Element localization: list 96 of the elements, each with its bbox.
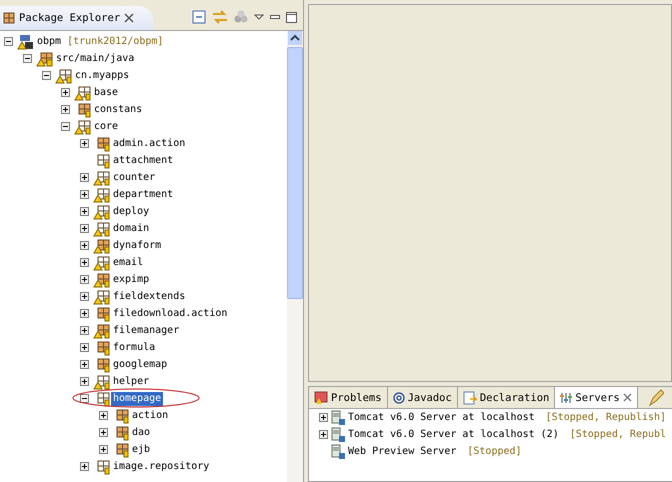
collapse-icon[interactable]	[23, 54, 32, 63]
scrollbar[interactable]	[287, 31, 303, 482]
view-menu-icon[interactable]	[254, 14, 264, 20]
declaration-icon	[462, 390, 477, 404]
source-folder-icon	[36, 50, 54, 66]
tree-item[interactable]: ejb	[130, 442, 152, 456]
tree-item[interactable]: department	[111, 188, 176, 202]
package-warning-icon	[93, 254, 111, 270]
package-warning-icon	[93, 272, 111, 288]
expand-icon[interactable]	[80, 207, 89, 216]
collapse-all-icon[interactable]	[192, 10, 206, 24]
expand-icon[interactable]	[80, 190, 89, 199]
view-tab[interactable]: Servers	[555, 387, 638, 408]
tree-item[interactable]: filemanager	[111, 324, 182, 338]
tree-item[interactable]: attachment	[111, 154, 176, 168]
tree-item[interactable]: googlemap	[111, 358, 170, 372]
tree-item[interactable]: deploy	[111, 204, 152, 218]
expand-icon[interactable]	[80, 139, 89, 148]
package-warning-icon	[93, 186, 111, 202]
tree-item[interactable]: admin.action	[111, 136, 188, 150]
tree-item[interactable]: fieldextends	[111, 290, 188, 304]
view-tab[interactable]: Javadoc	[388, 387, 458, 408]
servers-icon	[560, 392, 572, 404]
expand-icon[interactable]	[80, 326, 89, 335]
expand-icon[interactable]	[80, 258, 89, 267]
tree-item[interactable]: helper	[111, 374, 152, 388]
package-warning-icon	[55, 68, 73, 84]
expand-icon[interactable]	[61, 105, 70, 114]
problems-icon	[314, 390, 328, 404]
server-name[interactable]: Web Preview Server	[348, 446, 456, 457]
tree-item[interactable]: email	[111, 256, 146, 270]
close-icon[interactable]	[124, 13, 134, 23]
package-warning-icon	[93, 170, 111, 186]
expand-icon[interactable]	[80, 224, 89, 233]
tree-item[interactable]: homepage	[111, 392, 164, 406]
server-icon	[331, 427, 345, 442]
expand-icon[interactable]	[80, 462, 89, 471]
expand-icon[interactable]	[319, 413, 328, 422]
tree-item[interactable]: core	[92, 120, 120, 134]
tree-item[interactable]: expimp	[111, 272, 152, 286]
expand-icon[interactable]	[80, 360, 89, 369]
package-warning-icon	[93, 238, 111, 254]
server-status: [Stopped]	[467, 446, 522, 457]
package-warning-icon	[93, 374, 111, 390]
server-icon	[331, 444, 345, 459]
server-status: [Stopped, Republ	[570, 429, 666, 440]
tree-item[interactable]: constans	[92, 102, 144, 116]
expand-icon[interactable]	[319, 430, 328, 439]
expand-icon[interactable]	[99, 445, 108, 454]
expand-icon[interactable]	[80, 241, 89, 250]
collapse-icon[interactable]	[4, 37, 13, 46]
tree-item[interactable]: cn.myapps	[73, 68, 132, 82]
tree-item[interactable]: dao	[130, 426, 152, 440]
collapse-icon[interactable]	[42, 71, 51, 80]
maximize-icon[interactable]	[286, 12, 297, 22]
expand-icon[interactable]	[80, 173, 89, 182]
collapse-icon[interactable]	[80, 394, 89, 403]
pencil-icon[interactable]	[648, 389, 664, 407]
package-warning-icon	[74, 118, 92, 134]
tree-item[interactable]: image.repository	[111, 460, 212, 474]
expand-icon[interactable]	[61, 88, 70, 97]
repository-path: [trunk2012/obpm]	[67, 36, 164, 47]
view-title: Package Explorer	[19, 12, 120, 24]
package-warning-icon	[93, 204, 111, 220]
server-icon	[331, 410, 345, 425]
tree-item[interactable]: dynaform	[111, 238, 164, 252]
expand-icon[interactable]	[80, 377, 89, 386]
package-warning-icon	[93, 288, 111, 304]
package-explorer-tab[interactable]: Package Explorer	[0, 6, 153, 30]
package-warning-icon	[93, 220, 111, 236]
tree-item[interactable]: base	[92, 86, 120, 100]
package-icon	[3, 12, 15, 24]
tree-item[interactable]: action	[130, 408, 170, 422]
minimize-icon[interactable]	[270, 15, 280, 19]
tree-item[interactable]: filedownload.action	[111, 306, 230, 320]
tree-item[interactable]: domain	[111, 222, 152, 236]
tree-item[interactable]: counter	[111, 170, 158, 184]
close-icon[interactable]	[622, 393, 632, 402]
project-icon	[17, 34, 35, 50]
expand-icon[interactable]	[99, 411, 108, 420]
package-warning-icon	[93, 322, 111, 338]
tree-item[interactable]: obpm	[35, 34, 64, 48]
tree-item[interactable]: formula	[111, 340, 158, 354]
expand-icon[interactable]	[80, 343, 89, 352]
expand-icon[interactable]	[80, 275, 89, 284]
collapse-icon[interactable]	[61, 122, 70, 131]
server-name[interactable]: Tomcat v6.0 Server at localhost (2)	[348, 429, 559, 440]
scroll-up-icon[interactable]	[288, 31, 302, 45]
expand-icon[interactable]	[99, 428, 108, 437]
server-status: [Stopped, Republish]	[546, 412, 666, 423]
package-warning-icon	[74, 84, 92, 100]
expand-icon[interactable]	[80, 292, 89, 301]
server-name[interactable]: Tomcat v6.0 Server at localhost	[348, 412, 535, 423]
tree-item[interactable]: src/main/java	[54, 52, 136, 66]
expand-icon[interactable]	[80, 309, 89, 318]
scrollbar-thumb[interactable]	[287, 47, 303, 299]
